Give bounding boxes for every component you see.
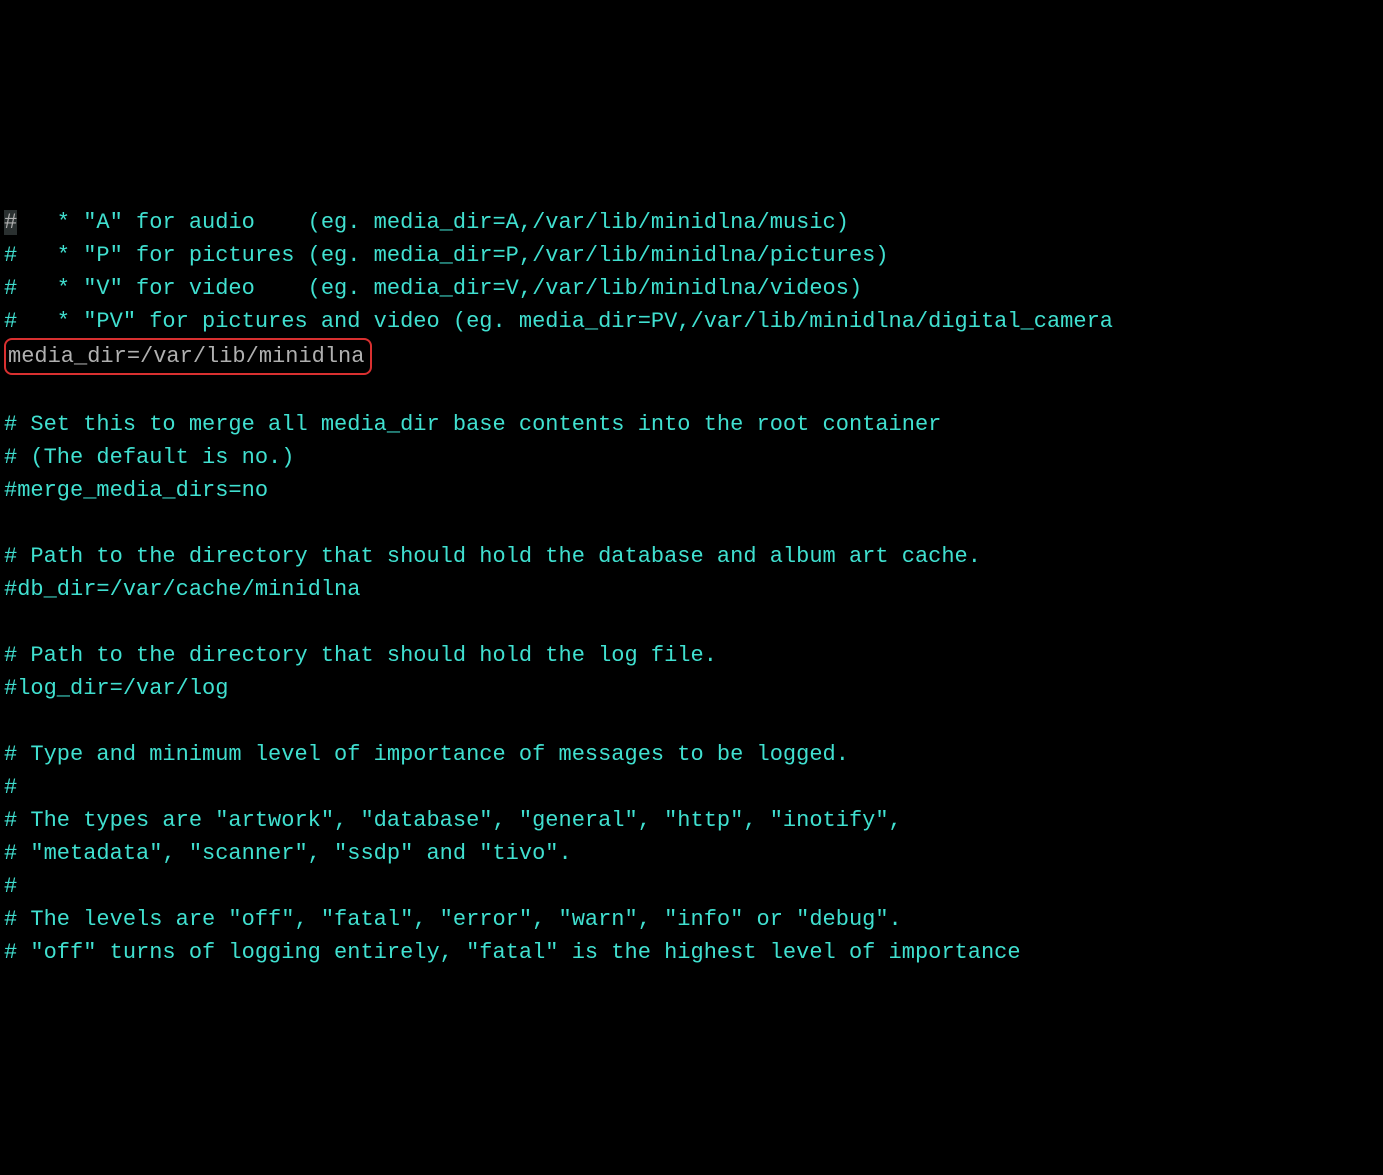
config-line: # Set this to merge all media_dir base c… [0, 408, 1383, 441]
config-line: media_dir=/var/lib/minidlna [0, 338, 1383, 375]
config-line: # Path to the directory that should hold… [0, 639, 1383, 672]
config-line: # * "PV" for pictures and video (eg. med… [0, 305, 1383, 338]
config-line [0, 705, 1383, 738]
cursor-position: # [4, 210, 17, 235]
config-line: #db_dir=/var/cache/minidlna [0, 573, 1383, 606]
terminal-content: # * "A" for audio (eg. media_dir=A,/var/… [0, 206, 1383, 969]
line-text: * "A" for audio (eg. media_dir=A,/var/li… [17, 210, 849, 235]
config-line: # Type and minimum level of importance o… [0, 738, 1383, 771]
config-line: # * "A" for audio (eg. media_dir=A,/var/… [0, 206, 1383, 239]
config-line: # [0, 870, 1383, 903]
highlighted-config-line: media_dir=/var/lib/minidlna [4, 338, 372, 375]
config-line: # * "P" for pictures (eg. media_dir=P,/v… [0, 239, 1383, 272]
config-line: # "metadata", "scanner", "ssdp" and "tiv… [0, 837, 1383, 870]
config-line [0, 606, 1383, 639]
config-line [0, 375, 1383, 408]
config-line: # (The default is no.) [0, 441, 1383, 474]
terminal-editor[interactable]: # * "A" for audio (eg. media_dir=A,/var/… [0, 140, 1383, 1002]
config-line: #log_dir=/var/log [0, 672, 1383, 705]
config-line: # * "V" for video (eg. media_dir=V,/var/… [0, 272, 1383, 305]
config-line: # "off" turns of logging entirely, "fata… [0, 936, 1383, 969]
config-line [0, 507, 1383, 540]
config-line: # [0, 771, 1383, 804]
config-line: # The levels are "off", "fatal", "error"… [0, 903, 1383, 936]
config-line: # Path to the directory that should hold… [0, 540, 1383, 573]
config-line: # The types are "artwork", "database", "… [0, 804, 1383, 837]
config-line: #merge_media_dirs=no [0, 474, 1383, 507]
